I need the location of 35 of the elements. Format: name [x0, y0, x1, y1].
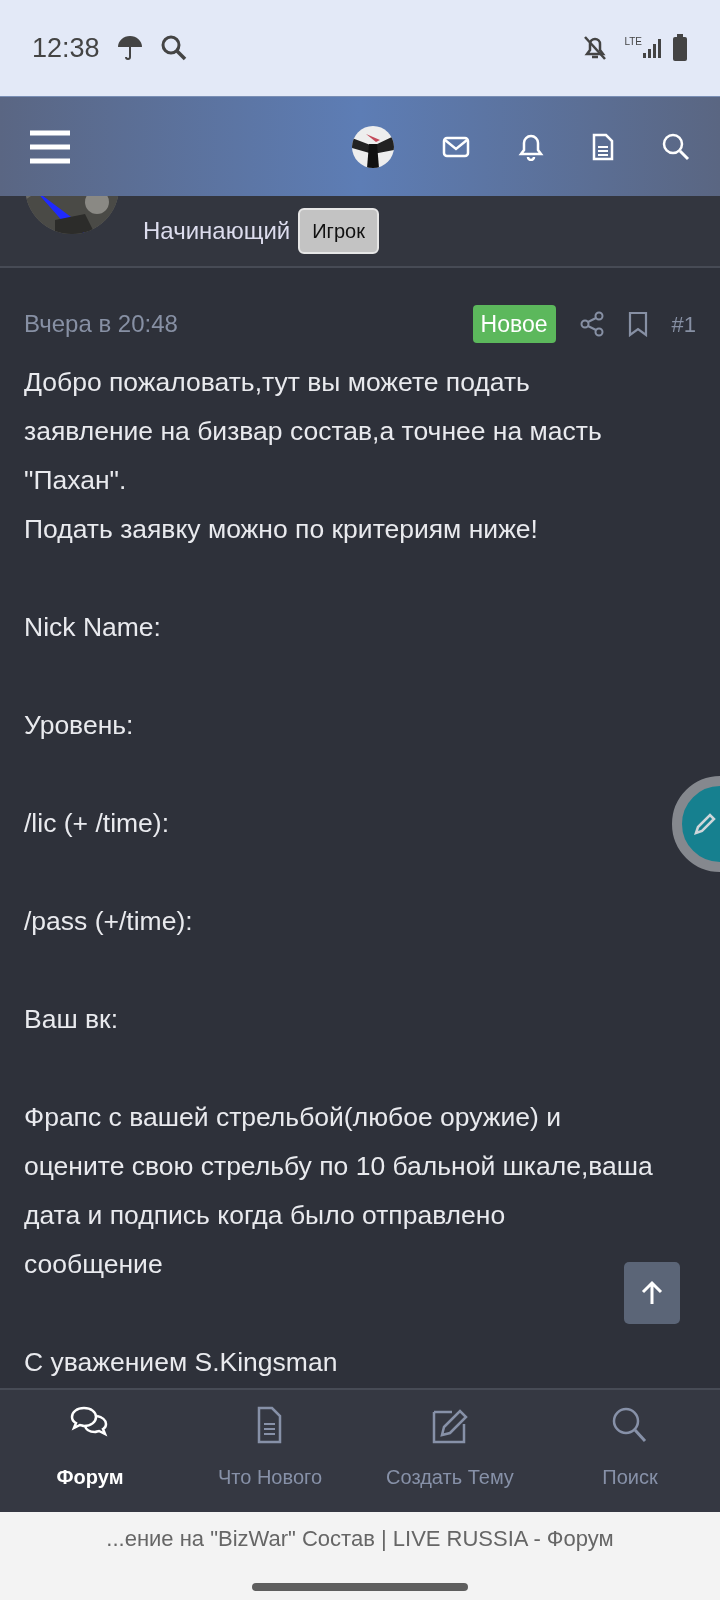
post-paragraph: Уровень:	[24, 709, 134, 742]
user-rank: Начинающий	[143, 216, 291, 246]
post-paragraph: /lic (+ /time):	[24, 807, 170, 840]
document-icon[interactable]	[592, 132, 614, 161]
bottom-nav-tab[interactable]: Что Нового	[180, 1390, 360, 1512]
bell-icon[interactable]	[518, 132, 544, 161]
signal-icon	[642, 37, 664, 59]
post-paragraph: Фрапс с вашей стрельбой(любое оружие) и оцените свою стрельбу по 10 бальной шкале,ваша дата и подпись когда было отправлено сообщение	[24, 1101, 653, 1281]
post-paragraph: Nick Name:	[24, 611, 161, 644]
bookmark-icon[interactable]	[627, 311, 648, 337]
home-handle[interactable]	[252, 1583, 468, 1591]
clock-time: 12:38	[32, 31, 100, 65]
bottom-nav-tab[interactable]: Форум	[0, 1390, 180, 1512]
bottom-nav-tab[interactable]: Создать Тему	[360, 1390, 540, 1512]
post-paragraph: Добро пожаловать,тут вы можете подать заявление на бизвар состав,а точнее на масть "Пахан". Подать заявку можно по критериям ниже!	[24, 366, 602, 546]
umbrella-icon	[115, 35, 144, 61]
network-type: LTE	[624, 34, 642, 49]
user-title-badge: Игрок	[298, 208, 379, 254]
bottom-nav-tab[interactable]: Поиск	[540, 1390, 720, 1512]
share-icon[interactable]	[579, 311, 604, 337]
scroll-top-button[interactable]	[624, 1262, 680, 1324]
search-icon[interactable]	[662, 132, 690, 161]
post-paragraph: /pass (+/time):	[24, 905, 193, 938]
new-badge: Новое	[472, 304, 556, 344]
mail-icon[interactable]	[442, 135, 470, 158]
battery-icon	[672, 34, 688, 62]
post-number[interactable]: #1	[671, 307, 696, 341]
search-icon	[159, 34, 188, 62]
post-date[interactable]: Вчера в 20:48	[24, 306, 178, 342]
post-paragraph: С уважением S.Kingsman	[24, 1346, 338, 1379]
arrow-up-icon	[640, 1280, 664, 1306]
menu-icon[interactable]	[30, 129, 70, 164]
post-paragraph: Ваш вк:	[24, 1003, 119, 1036]
bell-off-icon	[582, 34, 609, 62]
page-title: ...ение на "BizWar" Состав | LIVE RUSSIA - Форум	[105, 1525, 615, 1553]
